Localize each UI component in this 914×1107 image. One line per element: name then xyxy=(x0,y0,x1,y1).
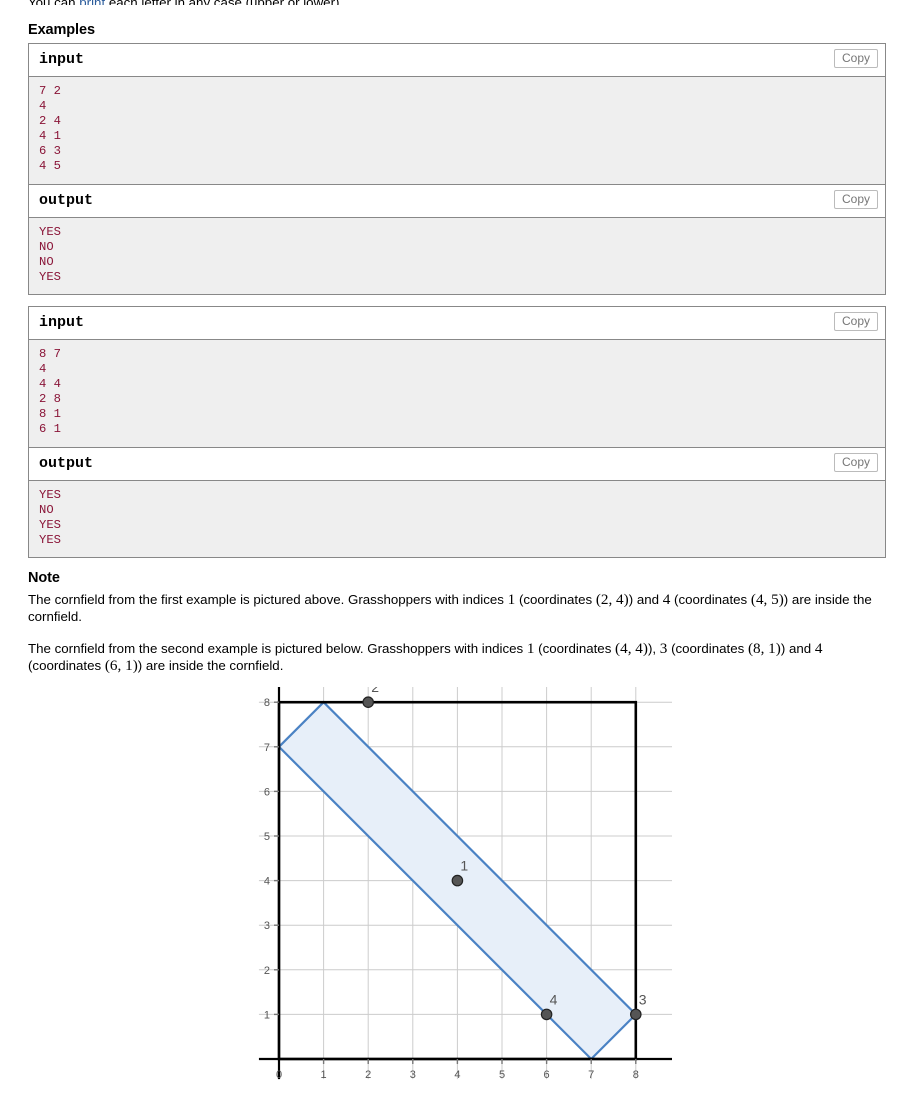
note1-t3: ) and xyxy=(628,591,663,607)
output-body-1: YES NO NO YES xyxy=(29,217,885,294)
problem-page: You can print each letter in any case (u… xyxy=(0,0,914,1107)
note-paragraph-2: The cornfield from the second example is… xyxy=(28,640,886,675)
input-label-1: input xyxy=(39,51,85,68)
y-tick-label: 2 xyxy=(264,965,270,977)
copy-button-output-2[interactable]: Copy xyxy=(833,452,878,472)
clipped-text-before: You can xyxy=(28,0,79,5)
clipped-text-after: each letter in any case (upper or lower)… xyxy=(105,0,343,5)
y-tick-label: 1 xyxy=(264,1009,270,1021)
note1-t1: The cornfield from the first example is … xyxy=(28,591,508,607)
x-tick-label: 4 xyxy=(454,1069,460,1081)
note1-t2: (coordinates xyxy=(515,591,596,607)
grasshopper-point-label: 1 xyxy=(460,857,468,873)
cornfield-figure: 1 2 3 4 5 6 7 8 0 1 2 3 4 5 6 7 8 1 2 3 4 xyxy=(28,686,886,1107)
y-tick-label: 5 xyxy=(264,831,270,843)
y-tick-label: 3 xyxy=(264,920,270,932)
x-tick-label: 5 xyxy=(499,1069,505,1081)
grasshopper-point-label: 4 xyxy=(550,991,558,1007)
y-tick-label: 8 xyxy=(264,697,270,709)
note2-m6: (6, 1) xyxy=(104,657,138,675)
note2-t4: (coordinates xyxy=(667,640,748,656)
input-body-1: 7 2 4 2 4 4 1 6 3 4 5 xyxy=(29,77,885,184)
grasshopper-point xyxy=(629,1008,642,1021)
grasshopper-point-label: 3 xyxy=(639,991,647,1007)
input-body-2: 8 7 4 4 4 2 8 8 1 6 1 xyxy=(29,339,885,447)
grasshopper-point xyxy=(540,1008,553,1021)
note1-m4: (4, 5) xyxy=(750,590,784,608)
print-link[interactable]: print xyxy=(79,0,105,5)
note2-m4: (8, 1) xyxy=(747,639,781,657)
origin-label: 0 xyxy=(276,1069,282,1081)
y-tick-label: 4 xyxy=(264,875,270,887)
note1-m2: (2, 4) xyxy=(595,590,629,608)
input-title-2: input Copy xyxy=(29,306,885,340)
y-tick-label: 6 xyxy=(264,786,270,798)
note2-t6: (coordinates xyxy=(28,658,105,674)
cornfield-plot: 1 2 3 4 5 6 7 8 0 1 2 3 4 5 6 7 8 1 2 3 4 xyxy=(258,686,672,1081)
output-label-2: output xyxy=(39,454,94,472)
grasshopper-point xyxy=(362,696,374,708)
clipped-statement-line: You can print each letter in any case (u… xyxy=(28,0,886,5)
x-tick-label: 2 xyxy=(365,1069,371,1081)
sample-tests: input Copy 7 2 4 2 4 4 1 6 3 4 5 output … xyxy=(28,43,886,558)
note2-t3: ), xyxy=(647,640,660,656)
note2-t1: The cornfield from the second example is… xyxy=(28,640,527,656)
x-tick-label: 1 xyxy=(321,1069,327,1081)
grasshopper-point-label: 2 xyxy=(371,687,379,695)
copy-button-input-1[interactable]: Copy xyxy=(833,49,878,68)
input-title-1: input Copy xyxy=(29,44,885,77)
note2-t2: (coordinates xyxy=(534,640,616,656)
y-tick-label: 7 xyxy=(264,742,270,754)
note2-m5: 4 xyxy=(814,639,823,657)
note2-t7: ) are inside the cornfield. xyxy=(137,658,284,674)
output-title-1: output Copy xyxy=(29,183,885,218)
grasshopper-point xyxy=(451,874,464,887)
copy-button-output-1[interactable]: Copy xyxy=(833,189,878,209)
note1-t4: (coordinates xyxy=(670,591,751,607)
note2-m2: (4, 4) xyxy=(615,639,648,657)
note2-t5: ) and xyxy=(780,640,815,656)
x-tick-label: 3 xyxy=(410,1069,416,1081)
note-heading: Note xyxy=(28,569,60,586)
input-label-2: input xyxy=(39,313,85,331)
x-tick-label: 6 xyxy=(544,1069,550,1081)
x-tick-label: 8 xyxy=(633,1069,639,1081)
sample-test-1: input Copy 7 2 4 2 4 4 1 6 3 4 5 output … xyxy=(28,43,886,295)
note-paragraph-1: The cornfield from the first example is … xyxy=(28,591,886,626)
output-label-1: output xyxy=(39,191,94,209)
x-tick-label: 7 xyxy=(588,1069,594,1081)
output-body-2: YES NO YES YES xyxy=(29,480,885,557)
copy-button-input-2[interactable]: Copy xyxy=(833,311,878,331)
sample-test-2: input Copy 8 7 4 4 4 2 8 8 1 6 1 output … xyxy=(28,305,886,558)
output-title-2: output Copy xyxy=(29,446,885,481)
examples-heading: Examples xyxy=(28,22,95,38)
